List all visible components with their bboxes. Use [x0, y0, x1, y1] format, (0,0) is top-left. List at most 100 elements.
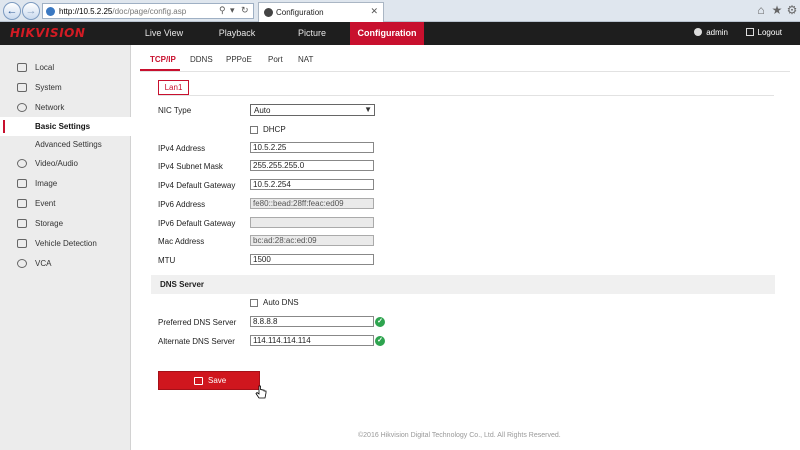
- ipv6-gateway-label: IPv6 Default Gateway: [158, 219, 236, 228]
- sidebar-item-label: Video/Audio: [35, 159, 78, 168]
- nav-picture[interactable]: Picture: [284, 22, 340, 45]
- gear-icon[interactable]: ⚙: [785, 3, 799, 17]
- save-button[interactable]: Save: [158, 371, 260, 390]
- sidebar-item-video-audio[interactable]: Video/Audio: [0, 154, 131, 173]
- favorites-icon[interactable]: ★: [770, 3, 784, 17]
- sidebar-item-event[interactable]: Event: [0, 194, 131, 213]
- browser-tab[interactable]: Configuration ✕: [258, 2, 384, 22]
- dns-section-title: DNS Server: [160, 280, 205, 289]
- ipv4-gateway-label: IPv4 Default Gateway: [158, 181, 236, 190]
- check-icon: ✓: [375, 317, 385, 327]
- user-menu[interactable]: admin: [694, 28, 728, 37]
- sidebar-item-vehicle-detection[interactable]: Vehicle Detection: [0, 234, 131, 253]
- ipv4-address-label: IPv4 Address: [158, 144, 206, 153]
- search-icon[interactable]: ⚲: [219, 5, 226, 16]
- tab-title: Configuration: [276, 8, 324, 17]
- sidebar-item-basic-settings[interactable]: Basic Settings: [0, 117, 131, 136]
- video-audio-icon: [17, 159, 27, 168]
- vca-icon: [17, 259, 27, 268]
- tab-icon: [264, 8, 273, 17]
- sidebar-item-vca[interactable]: VCA: [0, 254, 131, 273]
- preferred-dns-label: Preferred DNS Server: [158, 318, 237, 327]
- mtu-field[interactable]: [250, 254, 374, 265]
- calendar-icon: [17, 199, 27, 208]
- alternate-dns-field[interactable]: [250, 335, 374, 346]
- sidebar-item-network[interactable]: Network: [0, 98, 131, 117]
- refresh-icon[interactable]: ↻: [241, 5, 249, 16]
- image-icon: [17, 179, 27, 188]
- sidebar-item-label: Image: [35, 179, 58, 188]
- mtu-label: MTU: [158, 256, 176, 265]
- tab-ddns[interactable]: DDNS: [190, 55, 213, 64]
- app-header: HIKVISION Live View Playback Picture Con…: [0, 22, 800, 45]
- ipv6-address-field: [250, 198, 374, 209]
- browser-toolbar: ← → http://10.5.2.25/doc/page/config.asp…: [0, 0, 800, 22]
- dhcp-label: DHCP: [263, 125, 286, 134]
- url-path: /doc/page/config.asp: [112, 7, 187, 16]
- forward-button[interactable]: →: [22, 2, 40, 20]
- logout-button[interactable]: Logout: [745, 28, 782, 37]
- preferred-dns-field[interactable]: [250, 316, 374, 327]
- ipv4-subnet-field[interactable]: [250, 160, 374, 171]
- sidebar-item-label: Storage: [35, 219, 64, 228]
- close-icon[interactable]: ✕: [370, 6, 378, 17]
- save-icon: [194, 377, 203, 385]
- hand-cursor-icon: [255, 385, 267, 399]
- address-bar[interactable]: http://10.5.2.25/doc/page/config.asp ⚲ ▾…: [42, 3, 254, 19]
- sidebar: Local System Network Basic Settings Adva…: [0, 45, 131, 450]
- dropdown-icon[interactable]: ▾: [230, 5, 235, 16]
- save-label: Save: [208, 376, 227, 385]
- tab-port[interactable]: Port: [268, 55, 283, 64]
- sidebar-item-label: Local: [35, 63, 55, 72]
- footer-copyright: ©2016 Hikvision Digital Technology Co., …: [358, 432, 561, 439]
- nic-type-value: Auto: [254, 106, 271, 115]
- sidebar-item-image[interactable]: Image: [0, 174, 131, 193]
- ipv4-address-field[interactable]: [250, 142, 374, 153]
- tab-tcp-ip[interactable]: TCP/IP: [150, 55, 176, 64]
- ipv4-subnet-label: IPv4 Subnet Mask: [158, 162, 223, 171]
- vehicle-icon: [17, 239, 27, 248]
- mac-address-label: Mac Address: [158, 237, 205, 246]
- user-icon: [694, 28, 703, 36]
- sidebar-item-label: Vehicle Detection: [35, 239, 97, 248]
- alternate-dns-label: Alternate DNS Server: [158, 337, 235, 346]
- main-content: TCP/IP DDNS PPPoE Port NAT Lan1 NIC Type…: [131, 45, 800, 450]
- auto-dns-checkbox[interactable]: [250, 299, 258, 307]
- tab-nat[interactable]: NAT: [298, 55, 313, 64]
- sidebar-item-storage[interactable]: Storage: [0, 214, 131, 233]
- dns-section-header: DNS Server: [151, 275, 775, 294]
- sidebar-item-system[interactable]: System: [0, 78, 131, 97]
- username: admin: [706, 28, 728, 37]
- chevron-down-icon: ▼: [364, 105, 372, 114]
- nic-type-select[interactable]: Auto ▼: [250, 104, 375, 116]
- logout-icon: [745, 28, 754, 36]
- url-text: http://10.5.2.25/doc/page/config.asp: [59, 7, 186, 16]
- ipv4-gateway-field[interactable]: [250, 179, 374, 190]
- home-icon[interactable]: ⌂: [754, 3, 768, 17]
- sidebar-item-advanced-settings[interactable]: Advanced Settings: [0, 135, 131, 154]
- sidebar-item-label: Network: [35, 103, 65, 112]
- sidebar-item-label: System: [35, 83, 62, 92]
- divider: [158, 95, 774, 96]
- globe-icon: [17, 103, 27, 112]
- system-icon: [17, 83, 27, 92]
- divider: [140, 71, 790, 72]
- sidebar-item-local[interactable]: Local: [0, 58, 131, 77]
- ipv6-gateway-field: [250, 217, 374, 228]
- back-button[interactable]: ←: [3, 2, 21, 20]
- storage-icon: [17, 219, 27, 228]
- page-icon: [46, 7, 55, 16]
- nav-live-view[interactable]: Live View: [139, 22, 189, 45]
- nav-configuration[interactable]: Configuration: [350, 22, 424, 45]
- nic-type-label: NIC Type: [158, 106, 192, 115]
- nav-playback[interactable]: Playback: [209, 22, 265, 45]
- mac-address-field: [250, 235, 374, 246]
- url-host: http://10.5.2.25: [59, 7, 113, 16]
- sidebar-item-label: Advanced Settings: [35, 140, 102, 149]
- tab-pppoe[interactable]: PPPoE: [226, 55, 252, 64]
- dhcp-checkbox[interactable]: [250, 126, 258, 134]
- auto-dns-label: Auto DNS: [263, 298, 299, 307]
- logout-label: Logout: [757, 28, 782, 37]
- tab-lan1[interactable]: Lan1: [158, 80, 189, 95]
- logo: HIKVISION: [10, 26, 86, 40]
